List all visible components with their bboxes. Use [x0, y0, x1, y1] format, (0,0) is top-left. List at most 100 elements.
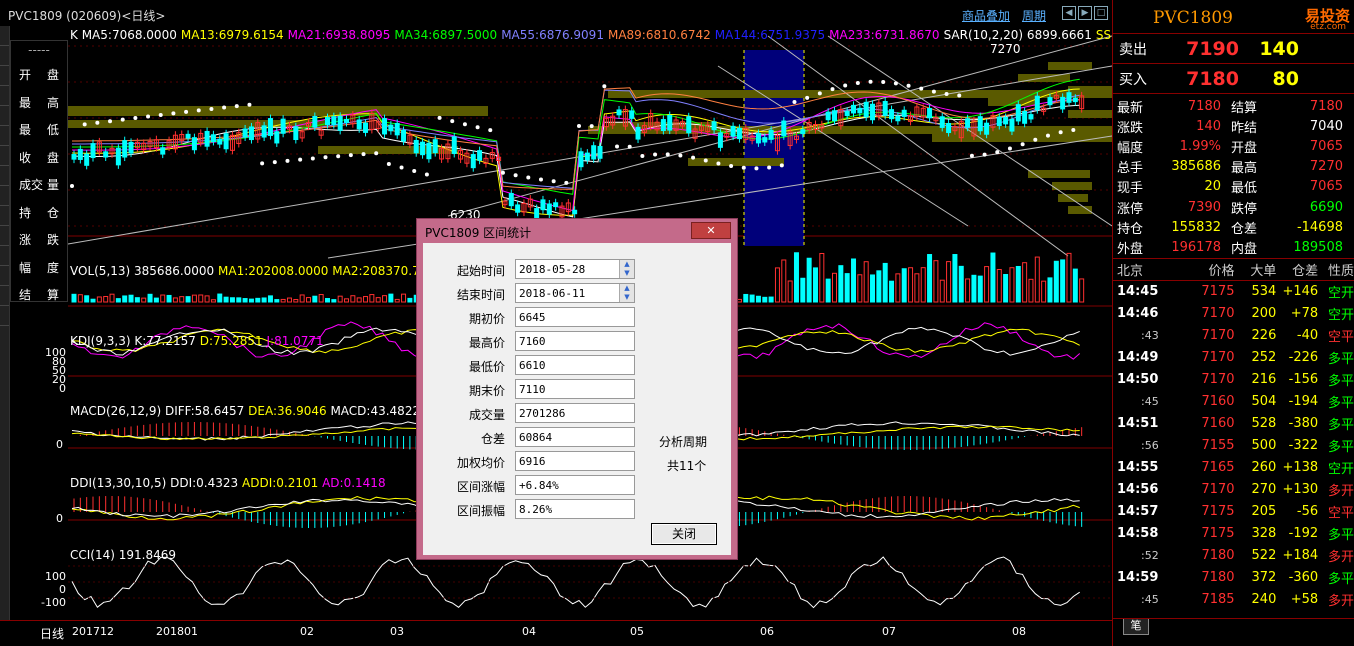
toolbar-slot[interactable]: [0, 226, 9, 246]
sar-dot: [1071, 127, 1076, 132]
ddi-zero-tick: 0: [56, 512, 63, 525]
period-link[interactable]: 周期: [1022, 7, 1046, 24]
window-title: PVC1809 (020609)<日线>: [8, 9, 166, 23]
volume-bar: [977, 275, 983, 303]
candle-body: [274, 131, 280, 144]
period-label[interactable]: 日线: [40, 625, 64, 642]
x-tick: 03: [390, 625, 404, 638]
candle-body: [660, 119, 666, 132]
volume-profile-bar: [1052, 182, 1092, 190]
volume-bar: [274, 299, 280, 303]
candle-body: [996, 116, 1002, 127]
toolbar-slot[interactable]: [0, 286, 9, 306]
candle-body: [901, 109, 907, 117]
spinner-icon[interactable]: ▲ ▼: [619, 260, 634, 278]
candle-body: [77, 148, 83, 160]
field-value[interactable]: 7110: [515, 379, 635, 399]
toolbar-slot[interactable]: [0, 86, 9, 106]
volume-bar: [166, 294, 172, 303]
volume-bar: [793, 252, 799, 303]
toolbar-slot[interactable]: [0, 46, 9, 66]
volume-bar: [305, 297, 311, 303]
sar-dot: [627, 144, 632, 149]
volume-bar: [1028, 278, 1034, 303]
ma-legend-item: MA55:6876.9091: [501, 28, 604, 42]
sar-dot: [348, 153, 353, 158]
volume-profile-bar: [68, 106, 488, 116]
sar-dot: [323, 155, 328, 160]
toolbar-slot[interactable]: [0, 266, 9, 286]
tick-row: 14:57 7175 205 -56 空平: [1117, 504, 1354, 521]
toolbar-slot[interactable]: [0, 306, 9, 326]
spinner-icon[interactable]: ▲ ▼: [619, 284, 634, 302]
volume-bar: [832, 272, 837, 303]
toolbar-slot[interactable]: [0, 246, 9, 266]
volume-bar: [248, 298, 254, 303]
quote-symbol: PVC1809: [1153, 8, 1233, 28]
field-value[interactable]: 6610: [515, 355, 635, 375]
candle-body: [1066, 92, 1072, 103]
toolbar-slot[interactable]: [0, 126, 9, 146]
candle-body: [597, 145, 603, 159]
field-label: 区间涨幅: [456, 480, 505, 494]
toolbar-slot[interactable]: [0, 206, 9, 226]
candle-body: [71, 154, 77, 160]
field-value[interactable]: 60864: [515, 427, 635, 447]
prev-icon[interactable]: ◀: [1062, 6, 1076, 20]
tick-row: 14:49 7170 252 -226 多平: [1117, 350, 1354, 367]
ticks-header: 北京 价格 大单 仓差 性质: [1113, 259, 1354, 281]
sar-dot: [260, 161, 265, 166]
volume-bar: [787, 280, 793, 303]
toolbar-slot[interactable]: [0, 106, 9, 126]
sar-dot: [222, 105, 227, 110]
candle-body: [325, 117, 330, 125]
field-value[interactable]: 2018-06-11: [515, 283, 635, 303]
stat-close: 收盘: [19, 150, 59, 165]
field-value[interactable]: 8.26%: [515, 499, 635, 519]
bid-row: 买入 7180 80: [1113, 64, 1354, 94]
field-value[interactable]: 6645: [515, 307, 635, 327]
toolbar-slot[interactable]: [0, 146, 9, 166]
macd-legend: MACD(26,12,9) DIFF:58.6457 DEA:36.9046 M…: [70, 404, 421, 418]
volume-bar: [115, 298, 121, 303]
close-icon[interactable]: ✕: [691, 222, 731, 239]
volume-bar: [172, 297, 178, 303]
volume-bar: [889, 280, 895, 303]
candle-body: [572, 209, 578, 215]
volume-bar: [344, 298, 350, 303]
volume-bar: [369, 294, 375, 303]
candle-body: [1009, 118, 1015, 132]
field-value[interactable]: 2701286: [515, 403, 635, 423]
sar-dot: [982, 152, 987, 157]
tab-ticks[interactable]: 笔: [1123, 619, 1149, 635]
field-value[interactable]: 2018-05-28: [515, 259, 635, 279]
overlay-link[interactable]: 商品叠加: [962, 7, 1010, 24]
stat-change: 涨跌: [19, 233, 59, 248]
selection-band: [744, 50, 804, 246]
volume-bar: [876, 270, 882, 303]
toolbar-slot[interactable]: [0, 186, 9, 206]
candle-body: [160, 147, 166, 155]
field-value[interactable]: +6.84%: [515, 475, 635, 495]
field-label: 期初价: [468, 312, 505, 326]
volume-bar: [350, 295, 356, 303]
toolbar-slot[interactable]: [0, 166, 9, 186]
field-value[interactable]: 6916: [515, 451, 635, 471]
volume-bar: [1034, 256, 1040, 303]
field-value[interactable]: 7160: [515, 331, 635, 351]
volume-bar: [895, 273, 901, 303]
candle-body: [977, 116, 983, 132]
close-button[interactable]: 关闭: [651, 523, 717, 545]
candle-body: [90, 143, 96, 159]
candle-body: [844, 110, 850, 117]
toolbar-slot[interactable]: [0, 26, 9, 46]
sar-dot: [82, 122, 87, 127]
x-tick: 04: [522, 625, 536, 638]
volume-profile-bar: [988, 98, 1038, 106]
bar-info-panel: ----- 开盘 最高 最低 收盘 成交量 持仓 涨跌 幅度 结算: [10, 40, 68, 302]
candle-body: [363, 122, 369, 133]
tick-row: 14:56 7170 270 +130 多开: [1117, 482, 1354, 499]
next-icon[interactable]: ▶: [1078, 6, 1092, 20]
maximize-icon[interactable]: □: [1094, 6, 1108, 20]
toolbar-slot[interactable]: [0, 66, 9, 86]
